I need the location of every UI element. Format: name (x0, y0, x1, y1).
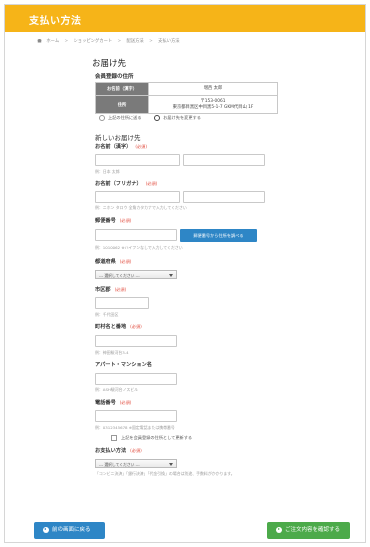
required-badge: (必須) (114, 287, 127, 292)
address-header: 住所 (95, 95, 149, 114)
save-default-row: 上記を会員登録の住所として更新する (111, 435, 192, 441)
breadcrumb-cart[interactable]: ショッピングカート (74, 39, 113, 44)
required-badge: (必須) (130, 448, 142, 453)
breadcrumb: ホーム > ショッピングカート > 配送方法 > 支払い方法 (37, 38, 180, 44)
radio-change-address[interactable] (154, 115, 161, 121)
phone-hint: 例：0312345678 ※固定電話または携帯番号 (95, 425, 175, 430)
first-name-kana-input[interactable] (183, 191, 265, 203)
city-input[interactable] (95, 297, 149, 309)
zip-input[interactable] (95, 229, 177, 241)
page-header: 支払い方法 (5, 5, 365, 32)
breadcrumb-current: 支払い方法 (158, 39, 180, 44)
radio-same-address[interactable] (99, 115, 105, 121)
town-label: 町村名と番地 (必須) (95, 324, 142, 330)
confirm-order-button[interactable]: ご注文内容を確認する (267, 522, 350, 539)
breadcrumb-separator: > (117, 39, 122, 44)
radio-change-label: お届け先を変更する (163, 115, 201, 120)
pref-select[interactable]: --- 選択してください --- (95, 270, 177, 279)
breadcrumb-separator: > (149, 39, 153, 44)
page-frame: 支払い方法 ホーム > ショッピングカート > 配送方法 > 支払い方法 お届け… (4, 4, 366, 543)
delivery-radio-group: 上記の住所に送る お届け先を変更する (99, 115, 201, 121)
name-value: 増西 太郎 (148, 82, 278, 96)
chevron-down-icon (169, 274, 173, 277)
back-button[interactable]: 前の画面に戻る (34, 522, 105, 539)
name-kanji-label: お名前（漢字） (必須) (95, 144, 147, 150)
phone-input[interactable] (95, 410, 177, 422)
name-kana-label: お名前（フリガナ） (必須) (95, 181, 158, 187)
home-icon (37, 38, 42, 43)
breadcrumb-shipping[interactable]: 配送方法 (127, 39, 144, 44)
town-hint: 例：神田駿河台3-4 (95, 350, 129, 355)
required-badge: (必須) (119, 259, 132, 264)
registered-address-title: 会員登録の住所 (95, 74, 134, 80)
name-kana-hint: 例：ニホン タロウ 全角カタカナで入力してください (95, 205, 187, 210)
zip-label: 郵便番号 (必須) (95, 218, 132, 224)
first-name-kanji-input[interactable] (183, 154, 265, 166)
required-badge: (必須) (130, 324, 142, 329)
last-name-kana-input[interactable] (95, 191, 180, 203)
payment-select[interactable]: --- 選択してください --- (95, 459, 177, 468)
arrow-left-circle-icon (43, 526, 49, 533)
required-badge: (必須) (119, 400, 132, 405)
required-badge: (必須) (145, 181, 158, 186)
arrow-right-circle-icon (276, 526, 282, 533)
phone-label: 電話番号 (必須) (95, 400, 132, 406)
new-address-title: 新しいお届け先 (95, 134, 141, 142)
page-title: 支払い方法 (29, 16, 82, 27)
address-line: 東京都目黒区中目黒5-1-7 GKM代目山 1F (172, 104, 254, 110)
breadcrumb-home[interactable]: ホーム (46, 39, 59, 44)
town-input[interactable] (95, 335, 177, 347)
required-badge: (必須) (119, 218, 132, 223)
zip-hint: 例：1010062 ※ハイフンなしで入力してください (95, 245, 183, 250)
city-hint: 例：千代田区 (95, 312, 119, 317)
section-title: お届け先 (92, 59, 127, 69)
save-default-label: 上記を会員登録の住所として更新する (121, 435, 193, 440)
registered-address-table: お名前（漢字） 増西 太郎 住所 〒153-0061 東京都目黒区中目黒5-1-… (95, 82, 278, 114)
building-hint: 例：ASH駿河台ノスビル (95, 387, 139, 392)
name-kanji-hint: 例：日本 太郎 (95, 169, 120, 174)
radio-same-label: 上記の住所に送る (108, 115, 142, 120)
payment-hint: 「コンビニ決済」「銀行決済」「代金引換」の場合は別途、手数料がかかります。 (95, 471, 235, 476)
save-default-checkbox[interactable] (111, 435, 117, 441)
chevron-down-icon (169, 463, 173, 466)
name-header: お名前（漢字） (95, 82, 149, 96)
breadcrumb-separator: > (64, 39, 69, 44)
pref-label: 都道府県 (必須) (95, 259, 132, 265)
payment-label: お支払い方法 (必須) (95, 448, 142, 454)
building-label: アパート・マンション名 (95, 362, 152, 368)
building-input[interactable] (95, 373, 177, 385)
address-value: 〒153-0061 東京都目黒区中目黒5-1-7 GKM代目山 1F (148, 95, 278, 114)
last-name-kanji-input[interactable] (95, 154, 180, 166)
required-badge: (必須) (135, 144, 147, 149)
city-label: 市区郡 (必須) (95, 287, 127, 293)
zip-lookup-button[interactable]: 郵便番号から住所を調べる (180, 229, 257, 242)
